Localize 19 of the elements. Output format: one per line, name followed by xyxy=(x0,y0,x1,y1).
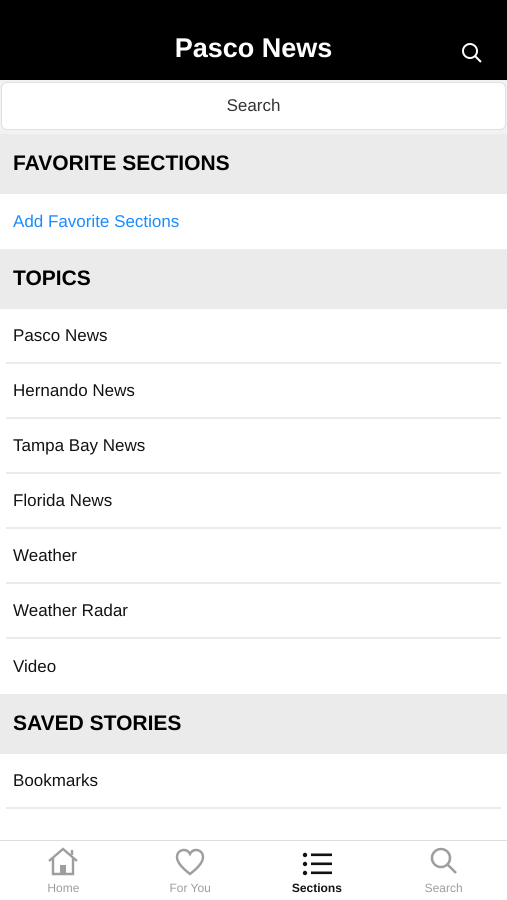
search-icon xyxy=(428,846,459,876)
section-item[interactable]: Pasco News xyxy=(13,322,108,348)
section-item[interactable]: Hernando News xyxy=(13,378,135,404)
search-field[interactable]: Search xyxy=(1,82,506,130)
heart-icon xyxy=(175,848,206,876)
section-item[interactable]: Bookmarks xyxy=(13,768,98,794)
section-header: TOPICS xyxy=(0,249,507,309)
search-icon xyxy=(461,42,483,64)
section-header: FAVORITE SECTIONS xyxy=(0,134,507,194)
app-title: Pasco News xyxy=(174,32,332,64)
section-item[interactable]: Video xyxy=(13,654,56,680)
list-icon xyxy=(302,852,332,876)
section-item[interactable]: Weather Radar xyxy=(13,598,128,624)
tab-button[interactable]: Sections xyxy=(254,841,380,900)
section-item[interactable]: Tampa Bay News xyxy=(13,432,146,458)
section-item[interactable]: Florida News xyxy=(13,488,112,514)
home-icon xyxy=(46,846,80,876)
section-header: SAVED STORIES xyxy=(0,694,507,754)
section-item[interactable]: Weather xyxy=(13,542,77,568)
